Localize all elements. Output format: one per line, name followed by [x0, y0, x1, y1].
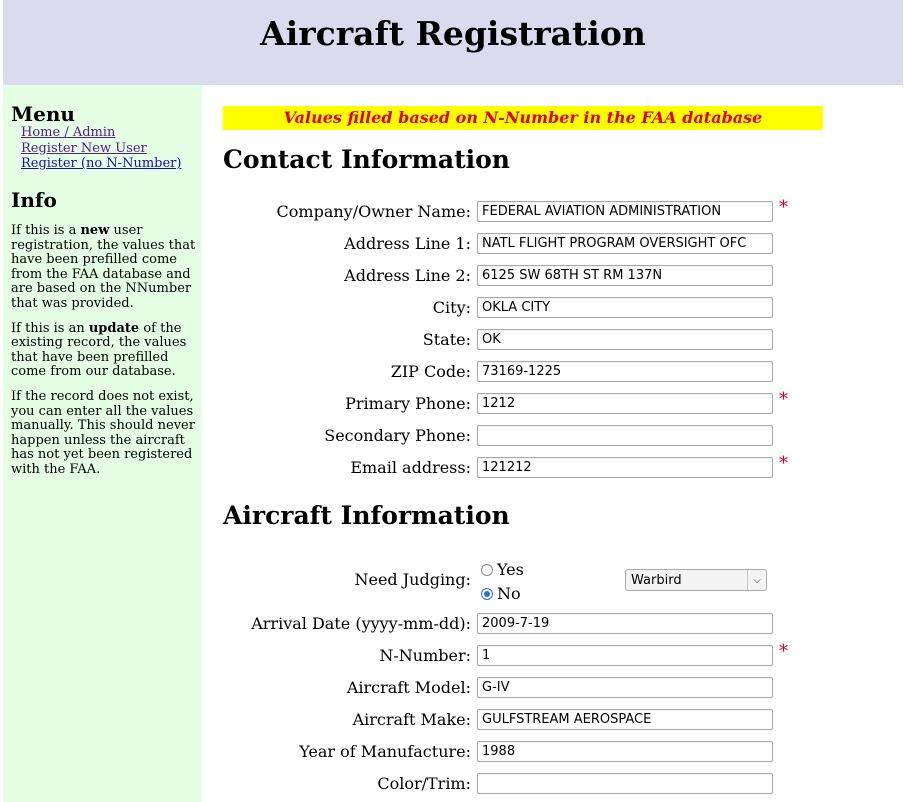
address-line-2-row: Address Line 2: 6125 SW 68TH ST RM 137N [223, 264, 863, 288]
info-text-segment: If this is an [11, 320, 89, 336]
company-owner-name-label: Company/Owner Name: [276, 202, 471, 221]
sidebar: Menu Home / Admin Register New User Regi… [3, 85, 202, 802]
email-address-label: Email address: [350, 458, 471, 477]
n-number-label: N-Number: [379, 646, 471, 665]
chevron-down-icon[interactable]: ⌵ [747, 570, 766, 590]
aircraft-model-label: Aircraft Model: [346, 678, 471, 697]
required-asterisk: * [779, 641, 788, 662]
n-number-input[interactable]: 1 [477, 645, 773, 666]
aircraft-make-label: Aircraft Make: [352, 710, 471, 729]
address-line-2-label: Address Line 2: [344, 266, 471, 285]
year-of-manufacture-input[interactable]: 1988 [477, 741, 773, 762]
radio-yes[interactable] [481, 564, 493, 576]
zip-code-row: ZIP Code: 73169-1225 [223, 360, 863, 384]
menu-link-home-admin[interactable]: Home / Admin [21, 125, 181, 141]
info-text: If this is a new user registration, the … [11, 223, 197, 488]
main-content: Values filled based on N-Number in the F… [223, 0, 910, 802]
need-judging-radio-group: Yes No [481, 558, 524, 606]
city-input[interactable]: OKLA CITY [477, 297, 773, 318]
menu-list: Home / Admin Register New User Register … [21, 125, 181, 172]
company-owner-name-input[interactable]: FEDERAL AVIATION ADMINISTRATION [477, 201, 773, 222]
required-asterisk: * [779, 197, 788, 218]
info-emphasis-update: update [88, 320, 140, 336]
year-of-manufacture-row: Year of Manufacture: 1988 [223, 740, 863, 764]
radio-no[interactable] [481, 588, 493, 600]
secondary-phone-input[interactable] [477, 425, 773, 446]
year-of-manufacture-label: Year of Manufacture: [299, 742, 471, 761]
address-line-1-input[interactable]: NATL FLIGHT PROGRAM OVERSIGHT OFC [477, 233, 773, 254]
category-selected-value: Warbird [631, 573, 682, 588]
aircraft-section-title: Aircraft Information [223, 501, 510, 530]
required-asterisk: * [779, 453, 788, 474]
secondary-phone-row: Secondary Phone: [223, 424, 863, 448]
faa-notice-banner: Values filled based on N-Number in the F… [223, 106, 823, 130]
city-label: City: [432, 298, 471, 317]
menu-title: Menu [11, 102, 75, 126]
aircraft-category-select[interactable]: Warbird ⌵ [625, 569, 767, 591]
info-title: Info [11, 188, 57, 212]
info-paragraph-update: If this is an update of the existing rec… [11, 320, 197, 380]
state-row: State: OK [223, 328, 863, 352]
menu-link-register-no-nnumber[interactable]: Register (no N-Number) [21, 156, 181, 172]
zip-code-input[interactable]: 73169-1225 [477, 361, 773, 382]
secondary-phone-label: Secondary Phone: [324, 426, 471, 445]
state-label: State: [422, 330, 471, 349]
primary-phone-label: Primary Phone: [345, 394, 471, 413]
need-judging-row: Need Judging: [223, 568, 863, 592]
info-paragraph-new: If this is a new user registration, the … [11, 223, 197, 312]
aircraft-model-row: Aircraft Model: G-IV [223, 676, 863, 700]
aircraft-model-input[interactable]: G-IV [477, 677, 773, 698]
email-address-input[interactable]: 121212 [477, 457, 773, 478]
menu-link-register-new-user[interactable]: Register New User [21, 141, 181, 157]
info-emphasis-new: new [80, 223, 110, 238]
address-line-1-row: Address Line 1: NATL FLIGHT PROGRAM OVERS… [223, 232, 863, 256]
primary-phone-input[interactable]: 1212 [477, 393, 773, 414]
color-trim-row: Color/Trim: [223, 772, 863, 796]
company-owner-name-row: Company/Owner Name: FEDERAL AVIATION ADMI… [223, 197, 863, 224]
radio-no-label: No [497, 584, 521, 603]
radio-yes-label: Yes [497, 560, 524, 579]
color-trim-label: Color/Trim: [377, 774, 471, 793]
info-paragraph-manual: If the record does not exist, you can en… [11, 388, 195, 477]
address-line-2-input[interactable]: 6125 SW 68TH ST RM 137N [477, 265, 773, 286]
required-asterisk: * [779, 389, 788, 410]
address-line-1-label: Address Line 1: [344, 234, 471, 253]
info-text-segment: If this is a [11, 223, 81, 238]
state-input[interactable]: OK [477, 329, 773, 350]
color-trim-input[interactable] [477, 773, 773, 794]
arrival-date-input[interactable]: 2009-7-19 [477, 613, 773, 634]
judging-option-yes[interactable]: Yes [481, 558, 524, 582]
city-row: City: OKLA CITY [223, 296, 863, 320]
arrival-date-label: Arrival Date (yyyy-mm-dd): [251, 614, 471, 633]
aircraft-make-input[interactable]: GULFSTREAM AEROSPACE [477, 709, 773, 730]
n-number-row: N-Number: 1 * [223, 641, 863, 668]
zip-code-label: ZIP Code: [390, 362, 471, 381]
email-address-row: Email address: 121212 * [223, 453, 863, 480]
contact-section-title: Contact Information [223, 145, 510, 174]
arrival-date-row: Arrival Date (yyyy-mm-dd): 2009-7-19 [223, 612, 863, 636]
aircraft-make-row: Aircraft Make: GULFSTREAM AEROSPACE [223, 708, 863, 732]
primary-phone-row: Primary Phone: 1212 * [223, 389, 863, 416]
need-judging-label: Need Judging: [354, 570, 471, 589]
judging-option-no[interactable]: No [481, 582, 524, 606]
